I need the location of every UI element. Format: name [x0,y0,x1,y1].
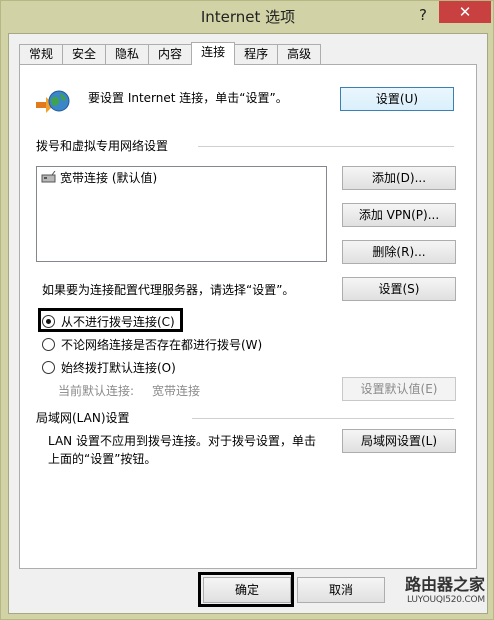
radio-always-dial-default[interactable]: 始终拨打默认连接(O) [42,359,272,377]
tab-strip: 常规 安全 隐私 内容 连接 程序 高级 [19,42,322,65]
internet-options-window: Internet 选项 ? ✕ 常规 安全 隐私 内容 连接 程序 高级 要设置… [0,0,494,620]
radio-label: 不论网络连接是否存在都进行拨号(W) [61,338,263,352]
radio-button[interactable] [42,361,55,374]
lan-section-heading: 局域网(LAN)设置 [36,411,130,425]
proxy-settings-button[interactable]: 设置(S) [342,277,456,301]
tab-programs[interactable]: 程序 [234,44,279,65]
lan-settings-button[interactable]: 局域网设置(L) [342,429,456,453]
radio-dial-always-network[interactable]: 不论网络连接是否存在都进行拨号(W) [42,336,302,354]
watermark: 路由器之家 LUYOUQI520.COM [397,575,485,611]
list-item[interactable]: 宽带连接 (默认值) [41,170,157,186]
radio-label: 始终拨打默认连接(O) [61,361,176,375]
list-item-label: 宽带连接 (默认值) [60,171,158,185]
highlight-box-ok [198,572,294,607]
broadband-connection-icon [41,170,57,185]
lan-divider [192,418,454,419]
current-default-value: 宽带连接 [152,384,201,398]
dialup-section-heading: 拨号和虚拟专用网络设置 [36,139,169,153]
cancel-button[interactable]: 取消 [297,577,385,603]
tab-connections[interactable]: 连接 [191,42,236,65]
close-button[interactable]: ✕ [439,1,491,23]
tab-content[interactable]: 内容 [148,44,193,65]
tab-advanced[interactable]: 高级 [277,44,322,65]
tab-privacy[interactable]: 隐私 [105,44,150,65]
setup-button[interactable]: 设置(U) [340,87,454,111]
setup-description: 要设置 Internet 连接，单击“设置”。 [88,91,288,105]
watermark-title: 路由器之家 [404,575,485,594]
current-default-label: 当前默认连接: [58,384,135,398]
tab-general[interactable]: 常规 [19,44,64,65]
proxy-description: 如果要为连接配置代理服务器，请选择“设置”。 [42,283,295,297]
tab-security[interactable]: 安全 [62,44,107,65]
lan-description-line1: LAN 设置不应用到拨号连接。对于拨号设置，单击 [48,434,316,448]
watermark-url: LUYOUQI520.COM [407,595,485,605]
network-globe-icon [36,87,70,117]
set-default-button[interactable]: 设置默认值(E) [342,377,456,401]
lan-description-line2: 上面的“设置”按钮。 [48,452,157,466]
add-button[interactable]: 添加(D)... [342,166,456,190]
radio-button[interactable] [42,338,55,351]
dialup-divider [198,146,454,147]
help-button[interactable]: ? [411,3,435,27]
add-vpn-button[interactable]: 添加 VPN(P)... [342,203,456,227]
highlight-box-never-dial [38,308,183,332]
connections-list[interactable]: 宽带连接 (默认值) [36,166,327,262]
remove-button[interactable]: 删除(R)... [342,240,456,264]
